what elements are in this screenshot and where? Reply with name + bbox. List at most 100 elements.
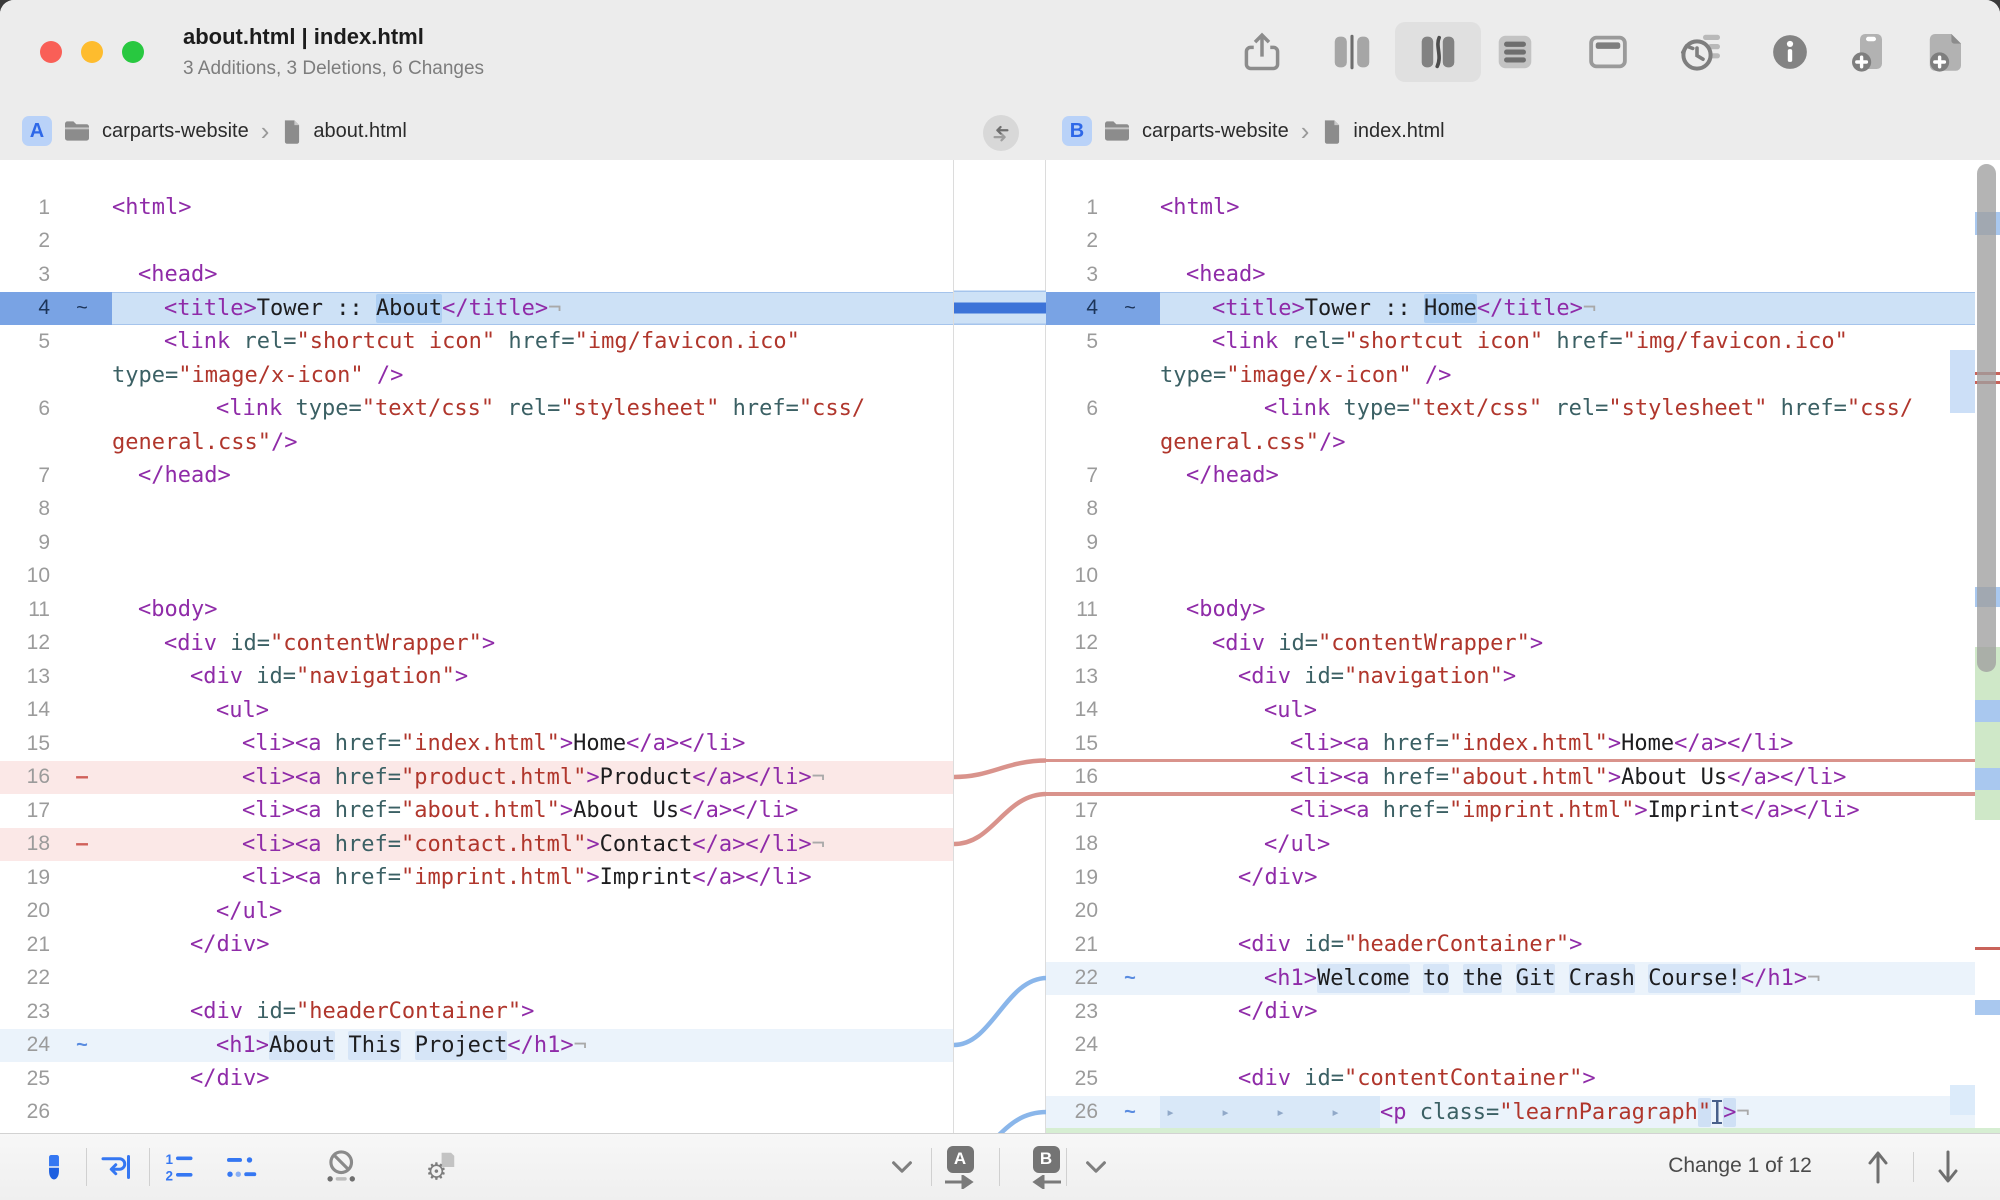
document-icon [281,118,303,144]
line-number: 14 [1046,694,1100,728]
file-window-button[interactable] [1578,22,1638,82]
code-row: 14<ul> [0,694,953,728]
code-row: 21</div> [0,928,953,962]
code-row[interactable]: 22~<h1>Welcome to the Git Crash Course!<… [1046,962,1975,996]
line-number: 5 [1046,325,1100,359]
line-number: 1 [0,191,52,225]
code-row: 19</div> [1046,861,1975,895]
code-row: 6<link type="text/css" rel="stylesheet" … [0,392,953,426]
line-numbers-button[interactable]: 1 2 [155,1143,203,1191]
collapse-right-button[interactable] [1072,1143,1120,1191]
code-row: 8 [1046,493,1975,527]
change-indicator [52,627,112,661]
change-indicator [52,459,112,493]
line-number: 4 [1046,292,1100,326]
change-indicator [52,861,112,895]
history-button[interactable] [1672,22,1732,82]
unified-view-button[interactable] [1485,22,1545,82]
code-row: 12<div id="contentWrapper"> [1046,627,1975,661]
line-number: 17 [1046,794,1100,828]
code-row: 5<link rel="shortcut icon" href="img/fav… [0,325,953,359]
swap-sides-button[interactable] [983,115,1019,151]
line-number: 7 [1046,459,1100,493]
code-row[interactable]: 26~▸▸▸▸<p class="learnParagraph">¬ [1046,1096,1975,1130]
zoom-button[interactable] [122,41,144,63]
code-row[interactable]: 4~<title>Tower :: About</title>¬ [0,292,953,326]
next-change-button[interactable] [1928,1144,1968,1190]
code-row: 1<html> [0,191,953,225]
code-row: 2 [1046,225,1975,259]
breadcrumb-folder[interactable]: carparts-website [102,120,249,143]
code-row[interactable]: 18–<li><a href="contact.html">Contact</a… [0,828,953,862]
footer-bar: 1 2 [0,1133,2000,1200]
document-icon [1321,118,1343,144]
add-clipboard-button[interactable] [1838,22,1898,82]
invisibles-button[interactable] [218,1143,266,1191]
change-indicator [52,191,112,225]
line-number: 18 [1046,828,1100,862]
code-row: 13<div id="navigation"> [0,660,953,694]
wrap-lines-button[interactable] [91,1143,139,1191]
fluid-view-button[interactable] [1395,22,1481,82]
breadcrumb-file[interactable]: index.html [1353,120,1444,143]
copy-a-badge: A [947,1146,974,1173]
columns-view-icon [1329,29,1375,75]
settings-button[interactable]: ⚙ [416,1143,464,1191]
breadcrumb-folder[interactable]: carparts-website [1142,120,1289,143]
code-row: type="image/x-icon" /> [0,359,953,393]
collapse-left-button[interactable] [878,1143,926,1191]
code-row[interactable]: 16–<li><a href="product.html">Product</a… [0,761,953,795]
window-title: about.html | index.html [183,24,424,50]
fluid-view-icon [1415,29,1461,75]
code-row: 6<link type="text/css" rel="stylesheet" … [1046,392,1975,426]
code-pane-b[interactable]: 1<html>23<head>4~<title>Tower :: Home</t… [1046,160,2000,1133]
breadcrumb-file[interactable]: about.html [313,120,406,143]
line-numbers-icon: 1 2 [161,1149,197,1185]
code-row: 25</div> [0,1062,953,1096]
line-number: 23 [0,995,52,1029]
syntax-color-button[interactable] [30,1143,78,1191]
swap-icon [990,122,1012,144]
code-row: 10 [0,560,953,594]
columns-view-button[interactable] [1322,22,1382,82]
code-row: 9 [1046,526,1975,560]
minimize-button[interactable] [81,41,103,63]
code-row: 1<html> [1046,191,1975,225]
change-indicator [1100,392,1160,426]
line-number: 26 [0,1096,52,1130]
line-number: 1 [1046,191,1100,225]
breadcrumb-right: B carparts-website › index.html [1062,102,1445,160]
code-row[interactable]: 24~<h1>About This Project</h1>¬ [0,1029,953,1063]
change-indicator [52,359,112,393]
previous-change-button[interactable] [1858,1144,1898,1190]
code-pane-a[interactable]: 1<html>23<head>4~<title>Tower :: About</… [0,160,953,1133]
settings-icon: ⚙ [421,1148,459,1186]
line-number: 18 [0,828,52,862]
change-indicator [52,325,112,359]
breadcrumb-bar: A carparts-website › about.html B [0,102,2000,161]
breadcrumb-left: A carparts-website › about.html [22,102,407,160]
change-indicator [1100,191,1160,225]
code-row: 11<body> [0,593,953,627]
info-button[interactable] [1760,22,1820,82]
invisibles-icon [224,1149,260,1185]
code-row: 23</div> [1046,995,1975,1029]
line-number: 9 [0,526,52,560]
change-indicator [52,1062,112,1096]
close-button[interactable] [40,41,62,63]
line-number: 8 [0,493,52,527]
code-row: 11<body> [1046,593,1975,627]
line-number: 16 [0,761,52,795]
wrap-lines-icon [97,1149,133,1185]
line-number: 23 [1046,995,1100,1029]
ignore-button[interactable] [318,1143,366,1191]
change-indicator [52,794,112,828]
code-row[interactable]: 4~<title>Tower :: Home</title>¬ [1046,292,1975,326]
code-lines-b: 1<html>23<head>4~<title>Tower :: Home</t… [1046,160,2000,1129]
line-number: 20 [1046,895,1100,929]
scrollbar-thumb[interactable] [1977,164,1996,672]
copy-a-to-b-button[interactable]: A [932,1138,988,1196]
add-file-button[interactable] [1916,22,1976,82]
change-counter: Change 1 of 12 [1650,1154,1830,1178]
share-button[interactable] [1232,22,1292,82]
